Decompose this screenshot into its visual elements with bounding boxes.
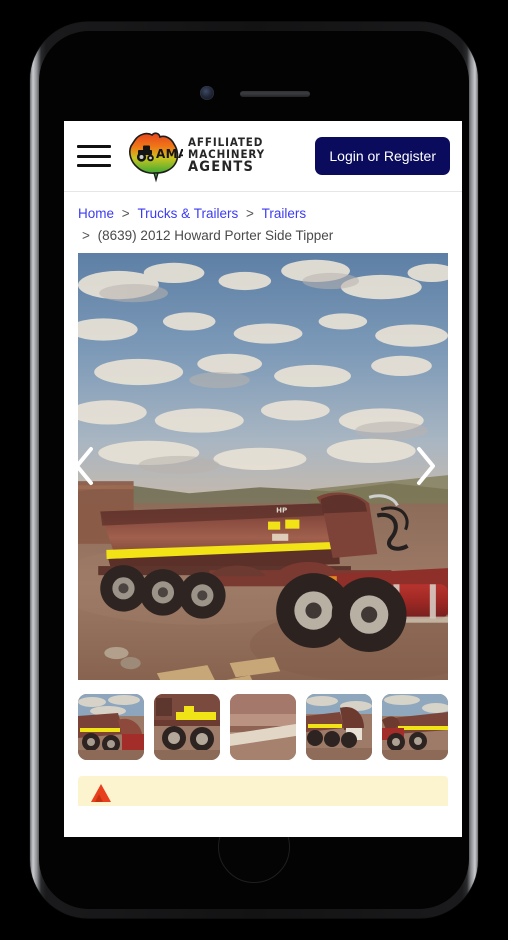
breadcrumb-item-trucks-and-trailers[interactable]: Trucks & Trailers [137,206,238,221]
main-product-image[interactable]: HP [78,252,448,680]
warning-icon [90,783,112,806]
login-or-register-button[interactable]: Login or Register [315,137,450,175]
australia-map-tractor-logo-icon: AMA [123,128,183,184]
phone-device-frame: AMA AFFILIATED MACHINERY AGENTS Login or… [30,22,478,918]
thumbnail-item[interactable] [306,693,372,760]
thumbnail-item[interactable] [78,693,144,760]
breadcrumb-current-item: (8639) 2012 Howard Porter Side Tipper [97,227,334,243]
site-logo[interactable]: AMA AFFILIATED MACHINERY AGENTS [123,128,265,184]
breadcrumb-current-line: > (8639) 2012 Howard Porter Side Tipper [78,226,448,247]
svg-text:HP: HP [276,505,287,514]
breadcrumb-item-home[interactable]: Home [78,206,114,221]
site-header: AMA AFFILIATED MACHINERY AGENTS Login or… [64,121,462,192]
breadcrumb-separator: > [245,206,254,221]
svg-text:AMA: AMA [156,147,183,161]
speaker-grille-icon [240,91,310,97]
thumbnail-item[interactable] [230,693,296,760]
brand-line-3: AGENTS [188,159,255,176]
breadcrumb-item-trailers[interactable]: Trailers [262,206,307,221]
thumbnail-strip [78,680,448,772]
notice-banner [78,775,448,806]
product-image-gallery: HP [64,252,462,772]
carousel-next-button[interactable] [406,437,446,495]
front-camera-icon [200,86,214,100]
breadcrumb-separator: > [82,227,90,243]
breadcrumb: Home > Trucks & Trailers > Trailers > (8… [64,192,462,253]
breadcrumb-separator: > [121,206,130,221]
hamburger-menu-icon[interactable] [77,143,111,169]
brand-wordmark: AFFILIATED MACHINERY AGENTS [188,136,265,176]
thumbnail-item[interactable] [382,693,448,760]
phone-screen: AMA AFFILIATED MACHINERY AGENTS Login or… [64,121,462,837]
thumbnail-item[interactable] [154,693,220,760]
phone-bezel: AMA AFFILIATED MACHINERY AGENTS Login or… [39,31,469,909]
carousel-prev-button[interactable] [78,437,104,495]
